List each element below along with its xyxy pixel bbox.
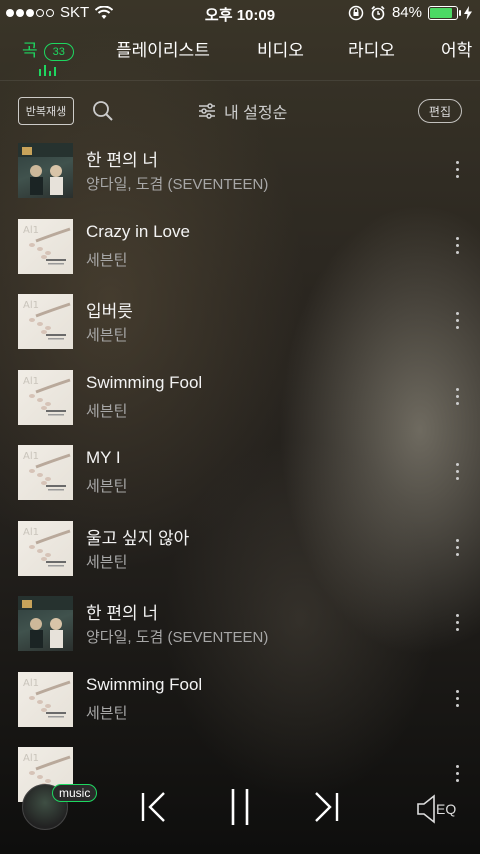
mini-player: music EQ	[0, 770, 480, 854]
repeat-button[interactable]: 반복재생	[18, 97, 74, 125]
pause-icon[interactable]	[228, 787, 252, 827]
tab-songs-label: 곡	[22, 41, 38, 60]
song-title: 입버릇	[86, 302, 133, 321]
status-bar: SKT 오후 10:09 84%	[0, 0, 480, 26]
charging-icon	[464, 5, 472, 20]
svg-text:Al1: Al1	[23, 753, 39, 764]
tab-videos[interactable]: 비디오	[257, 36, 304, 61]
svg-text:Al1: Al1	[23, 300, 39, 311]
more-options-icon[interactable]	[456, 538, 460, 556]
song-artist: 세븐틴	[86, 402, 128, 420]
svg-text:Al1: Al1	[23, 225, 39, 236]
album-art: Al1	[18, 369, 73, 425]
previous-icon[interactable]	[140, 790, 168, 824]
search-icon[interactable]	[92, 100, 114, 122]
song-artist: 양다일, 도겸 (SEVENTEEN)	[86, 176, 269, 193]
song-artist: 세븐틴	[86, 251, 128, 269]
song-artist: 세븐틴	[86, 553, 128, 571]
sliders-icon	[199, 103, 215, 119]
eq-button[interactable]: EQ	[416, 794, 456, 824]
now-playing-bars-icon	[39, 64, 56, 76]
song-title: 한 편의 너	[86, 151, 159, 170]
more-options-icon[interactable]	[456, 463, 460, 480]
song-row[interactable]: Al1 Swimming Fool 세븐틴	[0, 367, 480, 443]
song-title: Swimming Fool	[86, 372, 203, 392]
more-options-icon[interactable]	[456, 689, 460, 707]
more-options-icon[interactable]	[456, 236, 460, 254]
song-title: Swimming Fool	[86, 674, 203, 694]
song-row[interactable]: 한 편의 너양다일, 도겸 (SEVENTEEN)	[0, 140, 480, 216]
song-count-badge: 33	[43, 42, 74, 61]
svg-text:Al1: Al1	[23, 376, 39, 387]
battery-percent: 84%	[391, 4, 422, 21]
more-options-icon[interactable]	[456, 312, 460, 329]
music-tag: music	[52, 784, 98, 802]
song-artist: 세븐틴	[86, 704, 128, 722]
svg-text:Al1: Al1	[23, 678, 39, 689]
song-row[interactable]: Al1 Swimming Fool 세븐틴	[0, 669, 480, 745]
more-options-icon[interactable]	[456, 161, 460, 178]
tab-songs[interactable]: 곡 33	[22, 36, 74, 61]
song-row[interactable]: Al1 울고 싶지 않아세븐틴	[0, 518, 480, 594]
song-artist: 양다일, 도겸 (SEVENTEEN)	[86, 629, 269, 646]
song-artist: 세븐틴	[86, 478, 128, 495]
song-row[interactable]: Al1 MY I 세븐틴	[0, 442, 480, 518]
rotation-lock-icon	[348, 5, 364, 20]
song-row[interactable]: 한 편의 너양다일, 도겸 (SEVENTEEN)	[0, 593, 480, 669]
album-art: Al1	[18, 445, 73, 500]
song-title: Crazy in Love	[86, 221, 190, 241]
album-art: Al1	[18, 294, 73, 349]
song-title: 한 편의 너	[86, 604, 159, 623]
battery-icon	[428, 5, 461, 20]
song-title: MY I	[86, 448, 121, 467]
svg-text:Al1: Al1	[23, 527, 39, 538]
album-art: Al1	[18, 671, 73, 727]
tabs-divider	[0, 80, 480, 81]
category-tabs: 곡 33 플레이리스트 비디오 라디오 어학	[0, 34, 480, 80]
song-row[interactable]: Al1 Crazy in Love 세븐틴	[0, 216, 480, 292]
list-toolbar: 반복재생 내 설정순 편집	[0, 94, 480, 128]
song-artist: 세븐틴	[86, 327, 128, 344]
edit-button[interactable]: 편집	[417, 99, 462, 123]
tab-radio[interactable]: 라디오	[348, 36, 395, 61]
song-title: 울고 싶지 않아	[86, 528, 190, 548]
album-art: Al1	[18, 520, 73, 576]
song-row[interactable]: Al1 입버릇세븐틴	[0, 291, 480, 367]
eq-label: EQ	[436, 801, 457, 817]
tab-playlists[interactable]: 플레이리스트	[116, 36, 210, 61]
more-options-icon[interactable]	[456, 614, 460, 631]
album-art	[18, 596, 73, 651]
svg-text:Al1: Al1	[23, 451, 39, 462]
sort-label: 내 설정순	[224, 105, 288, 122]
album-art	[18, 143, 73, 198]
album-art: Al1	[18, 218, 73, 274]
more-options-icon[interactable]	[456, 387, 460, 405]
speaker-icon	[417, 794, 435, 824]
next-icon[interactable]	[312, 790, 340, 824]
tab-language[interactable]: 어학	[441, 36, 472, 61]
alarm-icon	[371, 5, 385, 20]
song-list: 한 편의 너 양다일, 도겸 (SEVENTEEN) Al1 Crazy in Lov…	[0, 140, 480, 820]
sort-button[interactable]: 내 설정순	[198, 99, 287, 123]
